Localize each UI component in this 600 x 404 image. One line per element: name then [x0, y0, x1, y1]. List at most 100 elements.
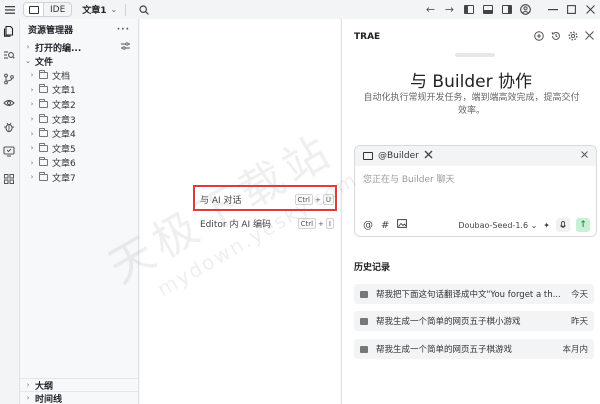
agent-chip-row: @Builder	[355, 146, 596, 166]
source-control-icon[interactable]	[0, 67, 18, 91]
mention-icon[interactable]: @	[363, 220, 373, 231]
key-cap: Ctrl	[294, 194, 313, 205]
close-icon[interactable]	[581, 0, 600, 19]
key-cap: Ctrl	[297, 218, 317, 229]
brand-label: TRAE	[354, 32, 381, 42]
history-time: 今天	[570, 290, 588, 300]
ide-mode-label[interactable]: IDE	[44, 5, 71, 15]
chevron-right-icon: ›	[30, 158, 34, 167]
folder-icon	[39, 98, 48, 108]
folder-label: 文章2	[52, 100, 76, 111]
folder-label: 文章4	[52, 130, 76, 141]
history-title: 历史记录	[354, 263, 391, 273]
folder-label: 文档	[52, 71, 71, 82]
extensions-view-icon[interactable]	[0, 91, 18, 115]
open-editors-section[interactable]: › 打开的编...	[20, 40, 138, 54]
chat-input[interactable]: 您正在与 Builder 聊天	[355, 166, 596, 214]
shortcut-inline-ai[interactable]: Editor 内 AI 编码 Ctrl + I	[200, 217, 334, 230]
shortcut-label: 与 AI 对话	[200, 196, 242, 206]
outline-section[interactable]: › 大纲	[20, 378, 138, 392]
minimize-icon[interactable]	[543, 0, 562, 19]
remote-icon[interactable]	[0, 139, 18, 163]
apps-icon[interactable]	[0, 167, 18, 191]
layout-left-icon[interactable]	[459, 0, 478, 19]
folder-label: 文章6	[52, 159, 76, 170]
folder-icon	[39, 171, 48, 181]
hero-title: 与 Builder 协作	[410, 72, 532, 92]
folder-label: 文章3	[52, 115, 76, 126]
chevron-right-icon: ›	[26, 394, 30, 402]
open-editors-label: 打开的编...	[35, 43, 82, 54]
close-icon[interactable]	[585, 30, 594, 44]
shortcut-ai-chat[interactable]: 与 AI 对话 Ctrl + U	[200, 193, 334, 206]
timeline-label: 时间线	[35, 394, 63, 404]
ai-chat-panel: TRAE 与 Builder 协作 自动化执行常规开发任务，端到端高效完成，提高…	[341, 19, 600, 404]
history-text: 帮我生成一个简单的网页五子棋游戏	[376, 345, 513, 355]
explorer-icon[interactable]	[0, 19, 18, 43]
agent-chip[interactable]: @Builder	[378, 151, 419, 161]
chevron-down-icon: ⌄	[530, 220, 538, 230]
filter-icon[interactable]	[121, 41, 130, 53]
folder-icon	[39, 113, 48, 123]
key-plus: +	[315, 195, 321, 204]
mode-switcher[interactable]: IDE	[23, 2, 73, 17]
chevron-right-icon: ›	[30, 144, 34, 153]
history-item[interactable]: 帮我生成一个简单的网页五子棋小游戏 昨天	[354, 311, 594, 331]
gear-icon[interactable]	[568, 31, 578, 44]
layout-bottom-icon[interactable]	[478, 0, 497, 19]
history-text: 帮我把下面这句话翻译成中文"You forget a th...	[376, 290, 561, 300]
project-name: 文章1	[82, 6, 107, 16]
folder-item[interactable]: › 文章7	[20, 170, 138, 185]
files-section[interactable]: ⌄ 文件	[20, 54, 138, 68]
layout-right-icon[interactable]	[497, 0, 516, 19]
explorer-header: 资源管理器 ···	[20, 19, 138, 40]
builder-icon	[363, 152, 373, 160]
folder-label: 文章1	[52, 86, 76, 97]
history-item[interactable]: 帮我把下面这句话翻译成中文"You forget a th... 今天	[354, 284, 594, 304]
folder-item[interactable]: › 文档	[20, 68, 138, 83]
shortcut-label: Editor 内 AI 编码	[200, 220, 272, 230]
history-item[interactable]: 帮我生成一个简单的网页五子棋游戏 本月内	[354, 339, 594, 359]
account-icon[interactable]	[516, 0, 535, 19]
menu-icon[interactable]	[0, 0, 19, 19]
history-time: 昨天	[570, 317, 588, 327]
chat-bubble-icon	[360, 345, 368, 353]
chevron-right-icon: ›	[26, 43, 30, 51]
folder-icon	[39, 142, 48, 152]
remove-agent-icon[interactable]	[581, 151, 588, 161]
folder-label: 文章7	[52, 173, 76, 184]
chevron-right-icon: ›	[30, 100, 34, 109]
folder-item[interactable]: › 文章2	[20, 97, 138, 112]
folder-item[interactable]: › 文章4	[20, 126, 138, 141]
project-selector[interactable]: 文章1 ⌄	[82, 3, 117, 16]
more-actions-icon[interactable]: ···	[117, 25, 130, 35]
chevron-down-icon: ⌄	[110, 5, 118, 14]
back-icon[interactable]: ←	[421, 0, 440, 19]
trae-logo-icon[interactable]	[24, 3, 44, 16]
search-icon[interactable]	[134, 0, 153, 19]
maximize-icon[interactable]	[562, 0, 581, 19]
files-label: 文件	[35, 57, 54, 68]
tools-icon[interactable]	[424, 150, 433, 162]
outline-label: 大纲	[35, 381, 54, 392]
image-icon[interactable]	[397, 219, 408, 231]
forward-icon[interactable]: →	[440, 0, 459, 19]
folder-item[interactable]: › 文章6	[20, 156, 138, 171]
history-text: 帮我生成一个简单的网页五子棋小游戏	[376, 317, 521, 327]
timeline-section[interactable]: › 时间线	[20, 391, 138, 404]
mic-icon[interactable]	[556, 218, 570, 232]
sparkle-icon[interactable]: ✦	[543, 221, 550, 230]
hashtag-icon[interactable]: #	[381, 220, 389, 231]
folder-item[interactable]: › 文章1	[20, 83, 138, 98]
search-files-icon[interactable]	[0, 43, 18, 67]
title-bar: IDE 文章1 ⌄ ← →	[0, 0, 600, 19]
history-icon[interactable]	[551, 31, 561, 44]
send-button[interactable]: ↑	[576, 218, 590, 232]
chevron-right-icon: ›	[30, 129, 34, 138]
new-chat-icon[interactable]	[534, 30, 544, 44]
debug-icon[interactable]	[0, 115, 18, 139]
folder-label: 文章5	[52, 144, 76, 155]
folder-item[interactable]: › 文章3	[20, 112, 138, 127]
folder-item[interactable]: › 文章5	[20, 141, 138, 156]
model-selector[interactable]: Doubao-Seed-1.6 ⌄	[458, 221, 537, 230]
